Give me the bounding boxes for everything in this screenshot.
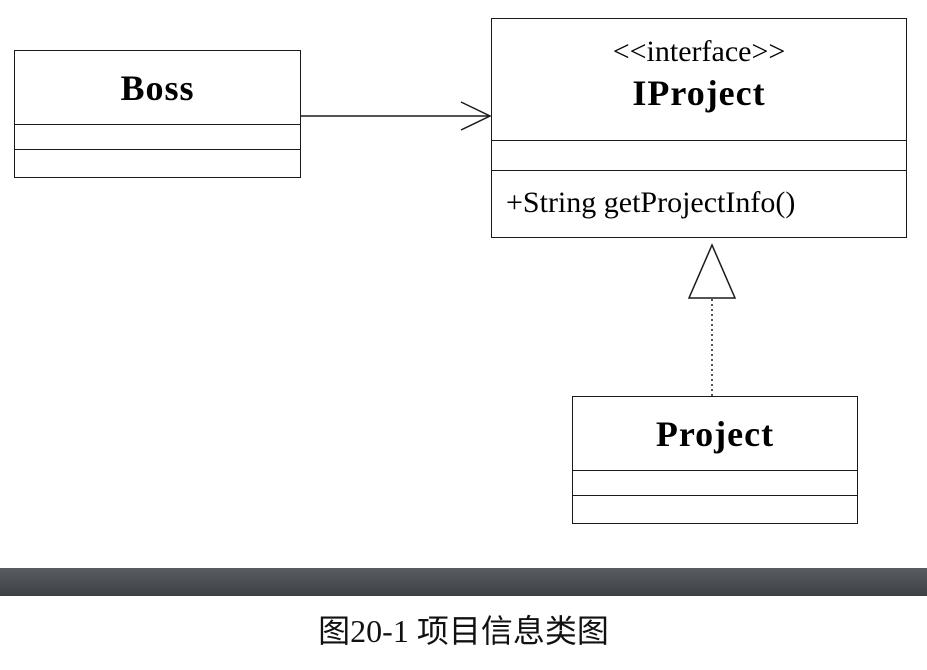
iproject-interface-box: <<interface>> IProject +String getProjec… bbox=[491, 18, 907, 238]
iproject-class-name: IProject bbox=[632, 73, 766, 113]
iproject-operation: +String getProjectInfo() bbox=[506, 186, 796, 219]
iproject-attributes-compartment bbox=[492, 141, 906, 171]
boss-class-name: Boss bbox=[15, 51, 300, 125]
project-attributes-compartment bbox=[573, 471, 857, 496]
interface-stereotype: <<interface>> bbox=[612, 35, 786, 68]
separator-bar bbox=[0, 568, 927, 596]
boss-attributes-compartment bbox=[15, 125, 300, 150]
boss-class-box: Boss bbox=[14, 50, 301, 178]
realization-triangle bbox=[687, 243, 737, 299]
project-class-name: Project bbox=[573, 397, 857, 471]
iproject-name-compartment: <<interface>> IProject bbox=[492, 19, 906, 141]
figure-caption: 图20-1 项目信息类图 bbox=[318, 613, 609, 649]
project-class-box: Project bbox=[572, 396, 858, 524]
